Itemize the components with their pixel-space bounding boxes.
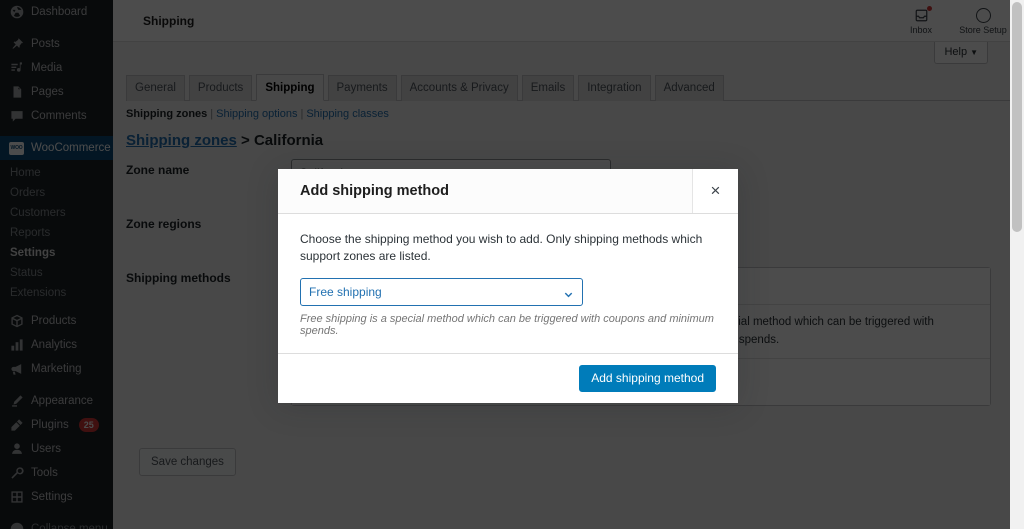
modal-title: Add shipping method <box>300 183 449 199</box>
modal-body: Choose the shipping method you wish to a… <box>278 214 738 353</box>
shipping-method-select-wrap: Free shipping <box>300 278 583 306</box>
page-scrollbar[interactable] <box>1010 0 1024 529</box>
modal-footer: Add shipping method <box>278 353 738 403</box>
shipping-method-hint: Free shipping is a special method which … <box>300 313 716 337</box>
modal-description: Choose the shipping method you wish to a… <box>300 231 716 266</box>
add-shipping-method-modal: Add shipping method × Choose the shippin… <box>278 169 738 403</box>
admin-screen: Dashboard Posts Media Pages Comments <box>0 0 1024 529</box>
shipping-method-select[interactable]: Free shipping <box>300 278 583 306</box>
modal-header: Add shipping method × <box>278 169 738 214</box>
modal-submit-button[interactable]: Add shipping method <box>579 365 716 392</box>
shipping-method-select-value: Free shipping <box>309 285 382 299</box>
close-icon[interactable]: × <box>692 169 738 213</box>
scrollbar-thumb[interactable] <box>1012 2 1022 232</box>
